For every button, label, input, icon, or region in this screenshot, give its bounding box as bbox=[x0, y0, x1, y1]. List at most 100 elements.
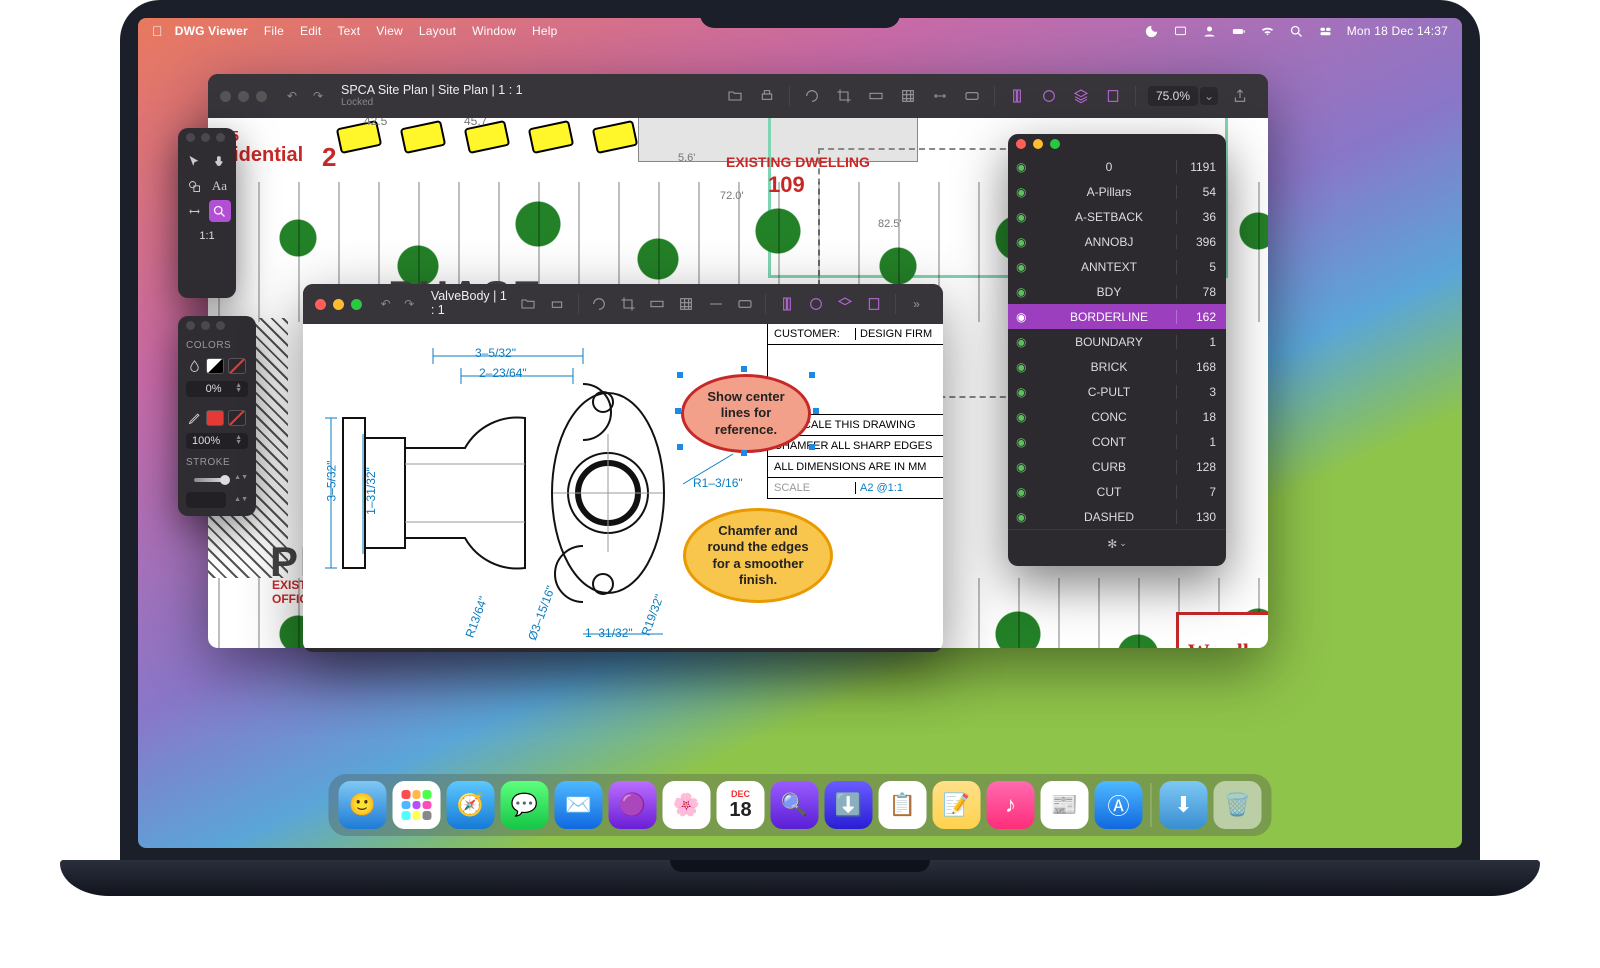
stroke-style-select[interactable] bbox=[186, 492, 226, 508]
stack-icon[interactable] bbox=[835, 292, 856, 316]
crop-icon[interactable] bbox=[832, 84, 856, 108]
zoom-level[interactable]: 75.0% bbox=[1148, 86, 1198, 106]
layer-row[interactable]: ◉BDY78 bbox=[1008, 279, 1226, 304]
layer-row[interactable]: ◉BOUNDARY1 bbox=[1008, 329, 1226, 354]
minimize-icon[interactable] bbox=[238, 91, 249, 102]
stack-icon[interactable] bbox=[1069, 84, 1093, 108]
layers-toggle-icon[interactable] bbox=[776, 292, 797, 316]
ruler-icon[interactable] bbox=[647, 292, 668, 316]
folder-icon[interactable] bbox=[517, 292, 538, 316]
grid-icon[interactable] bbox=[676, 292, 697, 316]
pan-tool[interactable] bbox=[209, 150, 231, 172]
keyboard-icon[interactable] bbox=[960, 84, 984, 108]
menu-file[interactable]: File bbox=[264, 24, 284, 38]
layer-row[interactable]: ◉DASHED130 bbox=[1008, 504, 1226, 529]
menu-help[interactable]: Help bbox=[532, 24, 557, 38]
status-moon-icon[interactable] bbox=[1144, 24, 1159, 39]
tool-scale[interactable]: 1:1 bbox=[178, 226, 236, 244]
layer-row[interactable]: ◉BORDERLINE162 bbox=[1008, 304, 1226, 329]
visibility-icon[interactable]: ◉ bbox=[1016, 385, 1032, 399]
ruler-icon[interactable] bbox=[864, 84, 888, 108]
layer-row[interactable]: ◉CURB128 bbox=[1008, 454, 1226, 479]
magnify-tool[interactable] bbox=[209, 200, 231, 222]
dock-trash[interactable]: 🗑️ bbox=[1214, 781, 1262, 829]
annotation-yellow[interactable]: Chamfer and round the edges for a smooth… bbox=[683, 508, 833, 603]
fill-swatch[interactable] bbox=[206, 358, 224, 374]
menu-window[interactable]: Window bbox=[472, 24, 516, 38]
redo-button[interactable]: ↷ bbox=[307, 85, 329, 107]
status-datetime[interactable]: Mon 18 Dec 14:37 bbox=[1347, 24, 1448, 38]
visibility-icon[interactable]: ◉ bbox=[1016, 335, 1032, 349]
dock-news[interactable]: 📰 bbox=[1041, 781, 1089, 829]
visibility-icon[interactable]: ◉ bbox=[1016, 185, 1032, 199]
dock-podcasts[interactable]: 🟣 bbox=[609, 781, 657, 829]
grid-icon[interactable] bbox=[896, 84, 920, 108]
dock-music[interactable]: ♪ bbox=[987, 781, 1035, 829]
layer-row[interactable]: ◉CONC18 bbox=[1008, 404, 1226, 429]
overflow-icon[interactable]: » bbox=[906, 292, 927, 316]
stroke-width-slider[interactable] bbox=[194, 478, 226, 482]
minimize-icon[interactable] bbox=[333, 299, 344, 310]
print-icon[interactable] bbox=[546, 292, 567, 316]
visibility-icon[interactable]: ◉ bbox=[1016, 435, 1032, 449]
dock-notes[interactable]: 📝 bbox=[933, 781, 981, 829]
undo-button[interactable]: ↶ bbox=[376, 293, 395, 315]
fill-opacity[interactable]: 0%▲▼ bbox=[186, 381, 248, 397]
layer-row[interactable]: ◉CUT7 bbox=[1008, 479, 1226, 504]
close-icon[interactable] bbox=[220, 91, 231, 102]
zoom-window-icon[interactable] bbox=[256, 91, 267, 102]
shape-tool[interactable] bbox=[183, 175, 205, 197]
status-wifi-icon[interactable] bbox=[1260, 24, 1275, 39]
layers-settings-button[interactable]: ✻⌄ bbox=[1008, 529, 1226, 557]
status-battery-icon[interactable] bbox=[1231, 24, 1246, 39]
layer-row[interactable]: ◉01191 bbox=[1008, 154, 1226, 179]
close-icon[interactable] bbox=[1016, 139, 1026, 149]
fill-drop-icon[interactable] bbox=[186, 355, 202, 377]
visibility-icon[interactable]: ◉ bbox=[1016, 460, 1032, 474]
dock-appstore[interactable]: Ⓐ bbox=[1095, 781, 1143, 829]
minimize-icon[interactable] bbox=[1033, 139, 1043, 149]
valve-canvas[interactable]: 3–5/32" 2–23/64" 3–5/32" 1–31/32" R1–3/1… bbox=[303, 324, 943, 648]
layer-row[interactable]: ◉BRICK168 bbox=[1008, 354, 1226, 379]
share-icon[interactable] bbox=[1228, 84, 1252, 108]
dock-mail[interactable]: ✉️ bbox=[555, 781, 603, 829]
dock-shortcuts[interactable]: 🔍 bbox=[771, 781, 819, 829]
measure-icon[interactable] bbox=[705, 292, 726, 316]
traffic-lights[interactable] bbox=[315, 299, 362, 310]
print-icon[interactable] bbox=[755, 84, 779, 108]
stroke-none-swatch[interactable] bbox=[228, 410, 246, 426]
palette-icon[interactable] bbox=[805, 292, 826, 316]
dock-safari[interactable]: 🧭 bbox=[447, 781, 495, 829]
rotate-icon[interactable] bbox=[588, 292, 609, 316]
crop-icon[interactable] bbox=[618, 292, 639, 316]
layers-toggle-icon[interactable] bbox=[1005, 84, 1029, 108]
dock-downloads[interactable]: ⬇ bbox=[1160, 781, 1208, 829]
stroke-swatch[interactable] bbox=[206, 410, 224, 426]
select-tool[interactable] bbox=[183, 150, 205, 172]
status-control-center-icon[interactable] bbox=[1318, 24, 1333, 39]
visibility-icon[interactable]: ◉ bbox=[1016, 210, 1032, 224]
layer-row[interactable]: ◉ANNTEXT5 bbox=[1008, 254, 1226, 279]
layer-row[interactable]: ◉A-Pillars54 bbox=[1008, 179, 1226, 204]
visibility-icon[interactable]: ◉ bbox=[1016, 235, 1032, 249]
status-screen-icon[interactable] bbox=[1173, 24, 1188, 39]
undo-button[interactable]: ↶ bbox=[281, 85, 303, 107]
layer-row[interactable]: ◉C-PULT3 bbox=[1008, 379, 1226, 404]
visibility-icon[interactable]: ◉ bbox=[1016, 310, 1032, 324]
palette-icon[interactable] bbox=[1037, 84, 1061, 108]
menu-text[interactable]: Text bbox=[337, 24, 360, 38]
zoom-window-icon[interactable] bbox=[1050, 139, 1060, 149]
visibility-icon[interactable]: ◉ bbox=[1016, 410, 1032, 424]
dock-messages[interactable]: 💬 bbox=[501, 781, 549, 829]
dimension-tool[interactable] bbox=[183, 200, 205, 222]
visibility-icon[interactable]: ◉ bbox=[1016, 510, 1032, 524]
visibility-icon[interactable]: ◉ bbox=[1016, 285, 1032, 299]
dock-finder[interactable]: 🙂 bbox=[339, 781, 387, 829]
layer-row[interactable]: ◉ANNOBJ396 bbox=[1008, 229, 1226, 254]
status-user-icon[interactable] bbox=[1202, 24, 1217, 39]
keyboard-icon[interactable] bbox=[734, 292, 755, 316]
annotation-red[interactable]: Show center lines for reference. bbox=[681, 374, 811, 453]
redo-button[interactable]: ↷ bbox=[399, 293, 418, 315]
fill-none-swatch[interactable] bbox=[228, 358, 246, 374]
menu-edit[interactable]: Edit bbox=[300, 24, 321, 38]
